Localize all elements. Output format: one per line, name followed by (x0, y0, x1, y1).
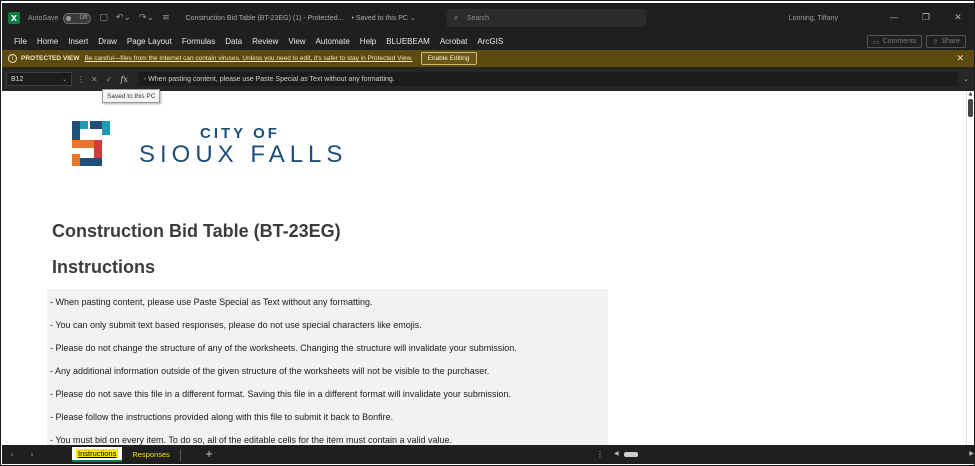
menu-formulas[interactable]: Formulas (182, 37, 215, 46)
sheet-tab-bar: ‹ › Instructions Responses + ⋮ ◀ ▶ (2, 445, 974, 464)
instructions-heading[interactable]: Instructions (52, 257, 155, 278)
page-title[interactable]: Construction Bid Table (BT-23EG) (52, 221, 341, 242)
tab-label: Responses (132, 450, 170, 459)
title-bar: X AutoSave Off ▢ ↶⌄ ↷⌄ ≡ Construction Bi… (2, 3, 974, 33)
tab-label: Instructions (76, 449, 119, 458)
insert-function-icon[interactable]: fx (120, 75, 127, 84)
share-label: Share (941, 38, 960, 45)
autosave-label: AutoSave (28, 14, 59, 22)
menu-automate[interactable]: Automate (316, 37, 350, 46)
tooltip: Saved to this PC (102, 89, 161, 103)
instruction-line[interactable]: - When pasting content, please use Paste… (50, 297, 373, 307)
ribbon-menu: File Home Insert Draw Page Layout Formul… (2, 33, 974, 50)
vertical-scrollbar[interactable]: ▲ (966, 91, 974, 445)
info-icon: i (8, 54, 17, 63)
horizontal-scrollbar[interactable]: ◀ ▶ (614, 450, 974, 460)
redo-icon[interactable]: ↷⌄ (139, 13, 154, 23)
autosave-toggle[interactable]: Off (63, 12, 92, 24)
share-icon: ⇪ (932, 37, 939, 46)
menu-bluebeam[interactable]: BLUEBEAM (386, 37, 430, 46)
menu-data[interactable]: Data (225, 37, 242, 46)
cancel-icon[interactable]: ✕ (91, 75, 98, 84)
customize-icon[interactable]: ≡ (162, 13, 170, 23)
scroll-right-icon[interactable]: ▶ (969, 450, 974, 457)
logo-mark-blue-bottom (80, 158, 102, 166)
menu-page-layout[interactable]: Page Layout (127, 37, 172, 46)
menu-help[interactable]: Help (360, 37, 376, 46)
instruction-line[interactable]: - You must bid on every item. To do so, … (50, 435, 452, 445)
close-icon[interactable]: ✕ (956, 54, 964, 64)
menu-review[interactable]: Review (252, 37, 278, 46)
add-sheet-button[interactable]: + (205, 449, 213, 460)
search-placeholder: Search (466, 14, 490, 22)
menu-arcgis[interactable]: ArcGIS (477, 37, 503, 46)
tab-prev-icon[interactable]: ‹ (2, 450, 22, 459)
instruction-line[interactable]: - Please follow the instructions provide… (50, 412, 393, 422)
scroll-thumb[interactable] (624, 451, 638, 457)
more-options-icon[interactable]: ⋮ (596, 450, 604, 459)
search-input[interactable]: ⌕ Search (445, 9, 646, 27)
menu-draw[interactable]: Draw (98, 37, 117, 46)
saved-status[interactable]: • Saved to this PC ⌄ (351, 14, 415, 22)
menu-acrobat[interactable]: Acrobat (440, 37, 468, 46)
tab-instructions[interactable]: Instructions (72, 447, 123, 462)
close-icon[interactable]: ✕ (942, 13, 974, 23)
menu-home[interactable]: Home (37, 37, 58, 46)
formula-bar: B12 ⌄ ⋮ ✕ ✓ fx - When pasting content, p… (2, 67, 974, 91)
tab-responses[interactable]: Responses (126, 447, 176, 462)
menu-insert[interactable]: Insert (68, 37, 88, 46)
protected-view-title: PROTECTED VIEW (21, 55, 80, 62)
minimize-icon[interactable]: — (878, 13, 910, 23)
comments-button[interactable]: ▭ Comments (866, 35, 923, 48)
enable-editing-button[interactable]: Enable Editing (420, 52, 477, 65)
undo-icon[interactable]: ↶⌄ (116, 13, 131, 23)
excel-app-icon: X (8, 12, 20, 24)
logo-mark-teal-right (102, 121, 110, 135)
restore-icon[interactable]: ❐ (910, 13, 942, 23)
tab-divider (179, 448, 181, 461)
cell-reference: B12 (11, 75, 24, 83)
user-name[interactable]: Lonning, Tiffany (789, 15, 838, 22)
comment-icon: ▭ (872, 37, 880, 46)
logo-mark-orange-bottom (72, 154, 80, 166)
excel-window: X AutoSave Off ▢ ↶⌄ ↷⌄ ≡ Construction Bi… (0, 0, 975, 466)
comments-label: Comments (882, 38, 917, 45)
share-button[interactable]: ⇪ Share (926, 35, 966, 48)
instruction-line[interactable]: - You can only submit text based respons… (50, 320, 422, 330)
document-title: Construction Bid Table (BT-23EG) (1) - P… (185, 14, 344, 22)
instruction-line[interactable]: - Any additional information outside of … (50, 366, 489, 376)
instruction-line[interactable]: - Please do not save this file in a diff… (50, 389, 511, 399)
search-icon: ⌕ (453, 13, 459, 23)
protected-view-bar: i PROTECTED VIEW Be careful—files from t… (2, 50, 974, 67)
menu-file[interactable]: File (14, 37, 27, 46)
name-box[interactable]: B12 ⌄ (6, 72, 72, 86)
chevron-down-icon[interactable]: ⌄ (958, 75, 974, 83)
save-icon[interactable]: ▢ (99, 13, 108, 23)
formula-input[interactable]: - When pasting content, please use Paste… (137, 72, 958, 86)
instruction-line[interactable]: - Please do not change the structure of … (50, 343, 517, 353)
worksheet-grid[interactable]: CITY OF SIOUX FALLS Construction Bid Tab… (4, 91, 966, 445)
instructions-block: - When pasting content, please use Paste… (47, 289, 608, 445)
logo-text-name: SIOUX FALLS (139, 141, 348, 168)
check-icon[interactable]: ✓ (106, 75, 113, 84)
scroll-left-icon[interactable]: ◀ (614, 450, 619, 457)
scroll-thumb[interactable] (968, 99, 973, 117)
chevron-down-icon[interactable]: ⌄ (62, 76, 67, 83)
scroll-up-icon[interactable]: ▲ (967, 91, 974, 97)
more-options-icon[interactable]: ⋮ (77, 75, 85, 84)
logo-text-city: CITY OF (200, 125, 280, 142)
tab-next-icon[interactable]: › (22, 450, 42, 459)
autosave-state: Off (79, 14, 88, 21)
protected-view-message[interactable]: Be careful—files from the Internet can c… (85, 55, 413, 62)
menu-view[interactable]: View (288, 37, 305, 46)
